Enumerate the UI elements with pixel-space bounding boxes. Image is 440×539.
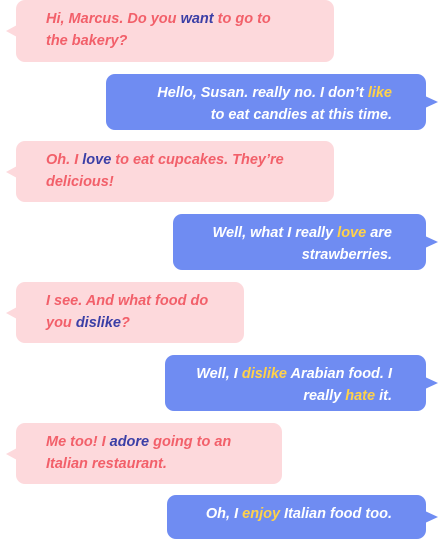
message-text: are: [366, 225, 392, 241]
message-text-line: Me too! I adore going to an: [46, 431, 268, 453]
message-bubble-marcus-3: Well, I dislike Arabian food. Ireally ha…: [165, 355, 438, 411]
message-text-line: the bakery?: [46, 30, 320, 52]
message-text: Oh, I: [205, 506, 243, 522]
message-text: Hi, Marcus. Do you: [46, 11, 181, 27]
message-text: to go to: [213, 11, 271, 27]
highlighted-verb: like: [367, 85, 392, 101]
message-bubble-marcus-2: Well, what I really love are strawberries…: [173, 214, 438, 270]
message-text: Arabian food. I: [287, 366, 392, 382]
message-text-line: Oh. I love to eat cupcakes. They’re: [46, 149, 320, 171]
message-text: Me too! I: [46, 434, 110, 450]
message-text: it.: [375, 388, 392, 404]
message-text: really: [303, 388, 346, 404]
highlighted-verb: love: [337, 225, 367, 241]
message-bubble-susan-4: Me too! I adore going to an Italian resta…: [6, 423, 282, 484]
message-text: the bakery?: [46, 33, 128, 49]
message-text-line: really hate it.: [179, 385, 392, 407]
message-text-line: Hi, Marcus. Do you want to go to: [46, 8, 320, 30]
message-text-line: Well, what I really love are: [187, 222, 392, 244]
message-text-line: to eat candies at this time.: [120, 104, 392, 126]
message-text-line: Hello, Susan. really no. I don’t like: [120, 82, 392, 104]
message-text: to eat cupcakes. They’re: [111, 152, 284, 168]
message-text: delicious!: [46, 174, 114, 190]
message-bubble-marcus-4: Oh, I enjoy Italian food too.: [167, 495, 438, 539]
message-text-line: Well, I dislike Arabian food. I: [179, 363, 392, 385]
message-text: ?: [120, 315, 130, 331]
highlighted-verb: hate: [345, 388, 376, 404]
highlighted-verb: love: [82, 152, 112, 168]
message-text: going to an: [149, 434, 232, 450]
message-text-line: delicious!: [46, 171, 320, 193]
highlighted-verb: dislike: [241, 366, 287, 382]
message-bubble-susan-1: Hi, Marcus. Do you want to go to the bake…: [6, 0, 334, 62]
highlighted-verb: want: [180, 11, 214, 27]
message-text: Well, what I really: [212, 225, 338, 241]
message-text-line: I see. And what food do: [46, 290, 230, 312]
message-text: to eat candies at this time.: [210, 107, 392, 123]
message-text: Italian food too.: [280, 506, 392, 522]
message-bubble-marcus-1: Hello, Susan. really no. I don’t like to …: [106, 74, 438, 130]
message-text-line: strawberries.: [187, 244, 392, 266]
message-text-line: Italian restaurant.: [46, 453, 268, 475]
message-bubble-susan-2: Oh. I love to eat cupcakes. They’re delic…: [6, 141, 334, 202]
message-text: Well, I: [196, 366, 242, 382]
message-text-line: Oh, I enjoy Italian food too.: [181, 503, 392, 525]
highlighted-verb: enjoy: [242, 506, 281, 522]
message-text: I see. And what food do: [46, 293, 209, 309]
message-text: you: [46, 315, 76, 331]
highlighted-verb: adore: [109, 434, 150, 450]
message-text-line: you dislike?: [46, 312, 230, 334]
highlighted-verb: dislike: [75, 315, 121, 331]
message-text: Italian restaurant.: [46, 456, 167, 472]
message-text: Oh. I: [46, 152, 83, 168]
message-text: strawberries.: [301, 247, 392, 263]
message-bubble-susan-3: I see. And what food do you dislike?: [6, 282, 244, 343]
message-text: Hello, Susan. really no. I don’t: [157, 85, 368, 101]
